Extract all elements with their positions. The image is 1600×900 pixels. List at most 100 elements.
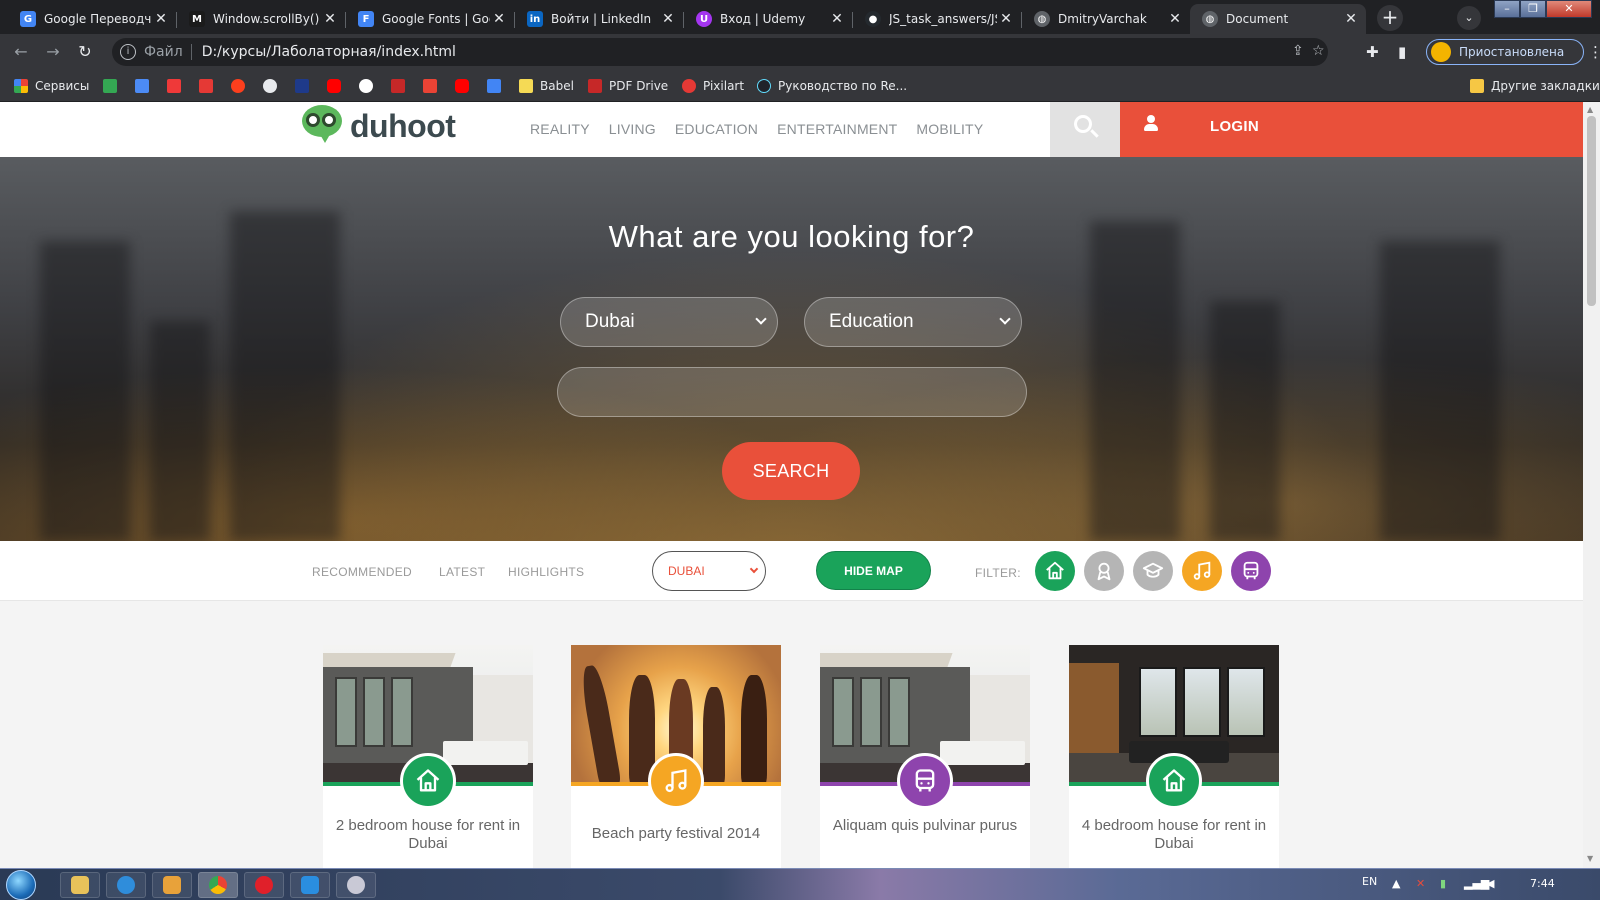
site-logo[interactable]: duhoot [300, 102, 456, 150]
share-icon[interactable]: ⇪ [1292, 43, 1304, 59]
bookmark-apps[interactable]: Сервисы [14, 77, 89, 95]
nav-entertainment[interactable]: ENTERTAINMENT [777, 121, 897, 137]
bookmark-item[interactable] [423, 77, 444, 95]
listing-card[interactable]: 4 bedroom house for rent in Dubai [1069, 645, 1279, 868]
bookmark-item[interactable] [135, 77, 156, 95]
language-indicator[interactable]: EN [1362, 875, 1377, 888]
bookmark-item[interactable] [391, 77, 412, 95]
scroll-up-arrow-icon[interactable]: ▲ [1587, 105, 1593, 114]
taskbar-internet-explorer[interactable] [106, 872, 146, 898]
reload-icon[interactable]: ↻ [74, 41, 96, 63]
filter-education-button[interactable] [1133, 551, 1173, 591]
profile-button[interactable]: Приостановлена [1426, 39, 1584, 65]
bookmark-react-guide[interactable]: Руководство по Re... [757, 77, 907, 95]
listing-card[interactable]: Beach party festival 2014 [571, 645, 781, 868]
filter-award-button[interactable] [1084, 551, 1124, 591]
listing-title[interactable]: 2 bedroom house for rent in Dubai [329, 817, 527, 853]
close-tab-icon[interactable]: ✕ [321, 11, 339, 27]
bookmark-item[interactable] [327, 77, 348, 95]
listing-title[interactable]: Aliquam quis pulvinar purus [826, 817, 1024, 835]
taskbar-vscode[interactable] [290, 872, 330, 898]
bookmark-item[interactable] [231, 77, 252, 95]
login-button[interactable]: LOGIN [1120, 102, 1583, 157]
close-tab-icon[interactable]: ✕ [659, 11, 677, 27]
city-select[interactable]: Dubai [560, 297, 778, 347]
hide-map-button[interactable]: HIDE MAP [816, 551, 931, 590]
header-search-button[interactable] [1050, 102, 1120, 157]
bookmark-pdf-drive[interactable]: PDF Drive [588, 77, 668, 95]
taskbar-app[interactable] [336, 872, 376, 898]
tab-latest[interactable]: LATEST [439, 565, 485, 579]
taskbar-media-player[interactable] [152, 872, 192, 898]
address-bar[interactable]: i Файл D:/курсы/Лаболаторная/index.html … [112, 38, 1328, 66]
tab-udemy[interactable]: U Вход | Udemy ✕ [684, 4, 852, 34]
close-window-button[interactable]: ✕ [1546, 0, 1592, 18]
taskbar-chrome[interactable] [198, 872, 238, 898]
start-button[interactable] [6, 870, 36, 900]
bookmark-babel[interactable]: Babel [519, 77, 574, 95]
bookmark-star-icon[interactable]: ☆ [1312, 43, 1325, 59]
close-tab-icon[interactable]: ✕ [828, 11, 846, 27]
filter-music-button[interactable] [1182, 551, 1222, 591]
taskbar-explorer[interactable] [60, 872, 100, 898]
nav-education[interactable]: EDUCATION [675, 121, 758, 137]
tab-linkedin[interactable]: in Войти | LinkedIn ✕ [515, 4, 683, 34]
extensions-puzzle-icon[interactable]: ✚ [1366, 43, 1379, 61]
volume-icon[interactable]: ◀ [1486, 877, 1494, 890]
bookmark-item[interactable] [167, 77, 188, 95]
keyword-search-input[interactable] [557, 367, 1027, 417]
other-bookmarks-folder[interactable]: Другие закладки [1470, 77, 1600, 95]
bookmark-item[interactable] [295, 77, 316, 95]
bookmark-item[interactable] [199, 77, 220, 95]
bookmark-item[interactable] [263, 77, 284, 95]
close-tab-icon[interactable]: ✕ [997, 11, 1015, 27]
tab-mdn-scrollby[interactable]: M Window.scrollBy() - ✕ [177, 4, 345, 34]
battery-icon[interactable]: ▮ [1440, 877, 1446, 890]
bookmark-pixilart[interactable]: Pixilart [682, 77, 744, 95]
tab-recommended[interactable]: RECOMMENDED [312, 565, 412, 579]
menu-kebab-icon[interactable]: ⋮ [1588, 43, 1600, 61]
listing-card[interactable]: 2 bedroom house for rent in Dubai [323, 645, 533, 868]
minimize-window-button[interactable]: – [1494, 0, 1520, 18]
filter-home-button[interactable] [1035, 551, 1075, 591]
bookmark-item[interactable] [103, 77, 124, 95]
clock[interactable]: 7:44 [1530, 877, 1555, 890]
category-select[interactable]: Education [804, 297, 1022, 347]
side-panel-icon[interactable]: ▮ [1398, 43, 1406, 61]
scrollbar-thumb[interactable] [1587, 116, 1596, 306]
back-arrow-icon[interactable]: ← [10, 41, 32, 63]
taskbar-opera[interactable] [244, 872, 284, 898]
listing-title[interactable]: 4 bedroom house for rent in Dubai [1075, 817, 1273, 853]
tab-dmitryvarchak[interactable]: ◍ DmitryVarchak ✕ [1022, 4, 1190, 34]
network-error-icon[interactable]: ✕ [1416, 877, 1425, 890]
tab-search-button[interactable]: ⌄ [1457, 6, 1481, 30]
close-tab-icon[interactable]: ✕ [152, 11, 170, 27]
tab-google-translate[interactable]: G Google Переводчик ✕ [8, 4, 176, 34]
bookmark-item[interactable] [359, 77, 380, 95]
nav-living[interactable]: LIVING [609, 121, 656, 137]
listing-card[interactable]: Aliquam quis pulvinar purus [820, 645, 1030, 868]
nav-mobility[interactable]: MOBILITY [916, 121, 983, 137]
tab-highlights[interactable]: HIGHLIGHTS [508, 565, 584, 579]
listing-title[interactable]: Beach party festival 2014 [577, 825, 775, 843]
filter-mobility-button[interactable] [1231, 551, 1271, 591]
restore-window-button[interactable]: ❐ [1520, 0, 1546, 18]
close-tab-icon[interactable]: ✕ [1166, 11, 1184, 27]
search-button[interactable]: SEARCH [722, 442, 860, 500]
bookmark-item[interactable] [455, 77, 476, 95]
close-tab-icon[interactable]: ✕ [1342, 11, 1360, 27]
tray-expand-icon[interactable]: ▲ [1392, 877, 1400, 890]
close-tab-icon[interactable]: ✕ [490, 11, 508, 27]
tab-google-fonts[interactable]: F Google Fonts | Goo ✕ [346, 4, 514, 34]
forward-arrow-icon[interactable]: → [42, 41, 64, 63]
new-tab-button[interactable]: + [1377, 5, 1403, 31]
nav-reality[interactable]: REALITY [530, 121, 590, 137]
page-scrollbar[interactable]: ▲ ▼ [1583, 102, 1600, 868]
tab-github-js-task[interactable]: ● JS_task_answers/JS_ ✕ [853, 4, 1021, 34]
url-text[interactable]: D:/курсы/Лаболаторная/index.html [202, 44, 456, 60]
bookmark-item[interactable] [487, 77, 508, 95]
tab-document-active[interactable]: ◍ Document ✕ [1190, 4, 1366, 34]
scroll-down-arrow-icon[interactable]: ▼ [1587, 854, 1593, 863]
info-icon[interactable]: i [120, 44, 136, 60]
city-filter-select[interactable]: DUBAI [652, 551, 766, 591]
